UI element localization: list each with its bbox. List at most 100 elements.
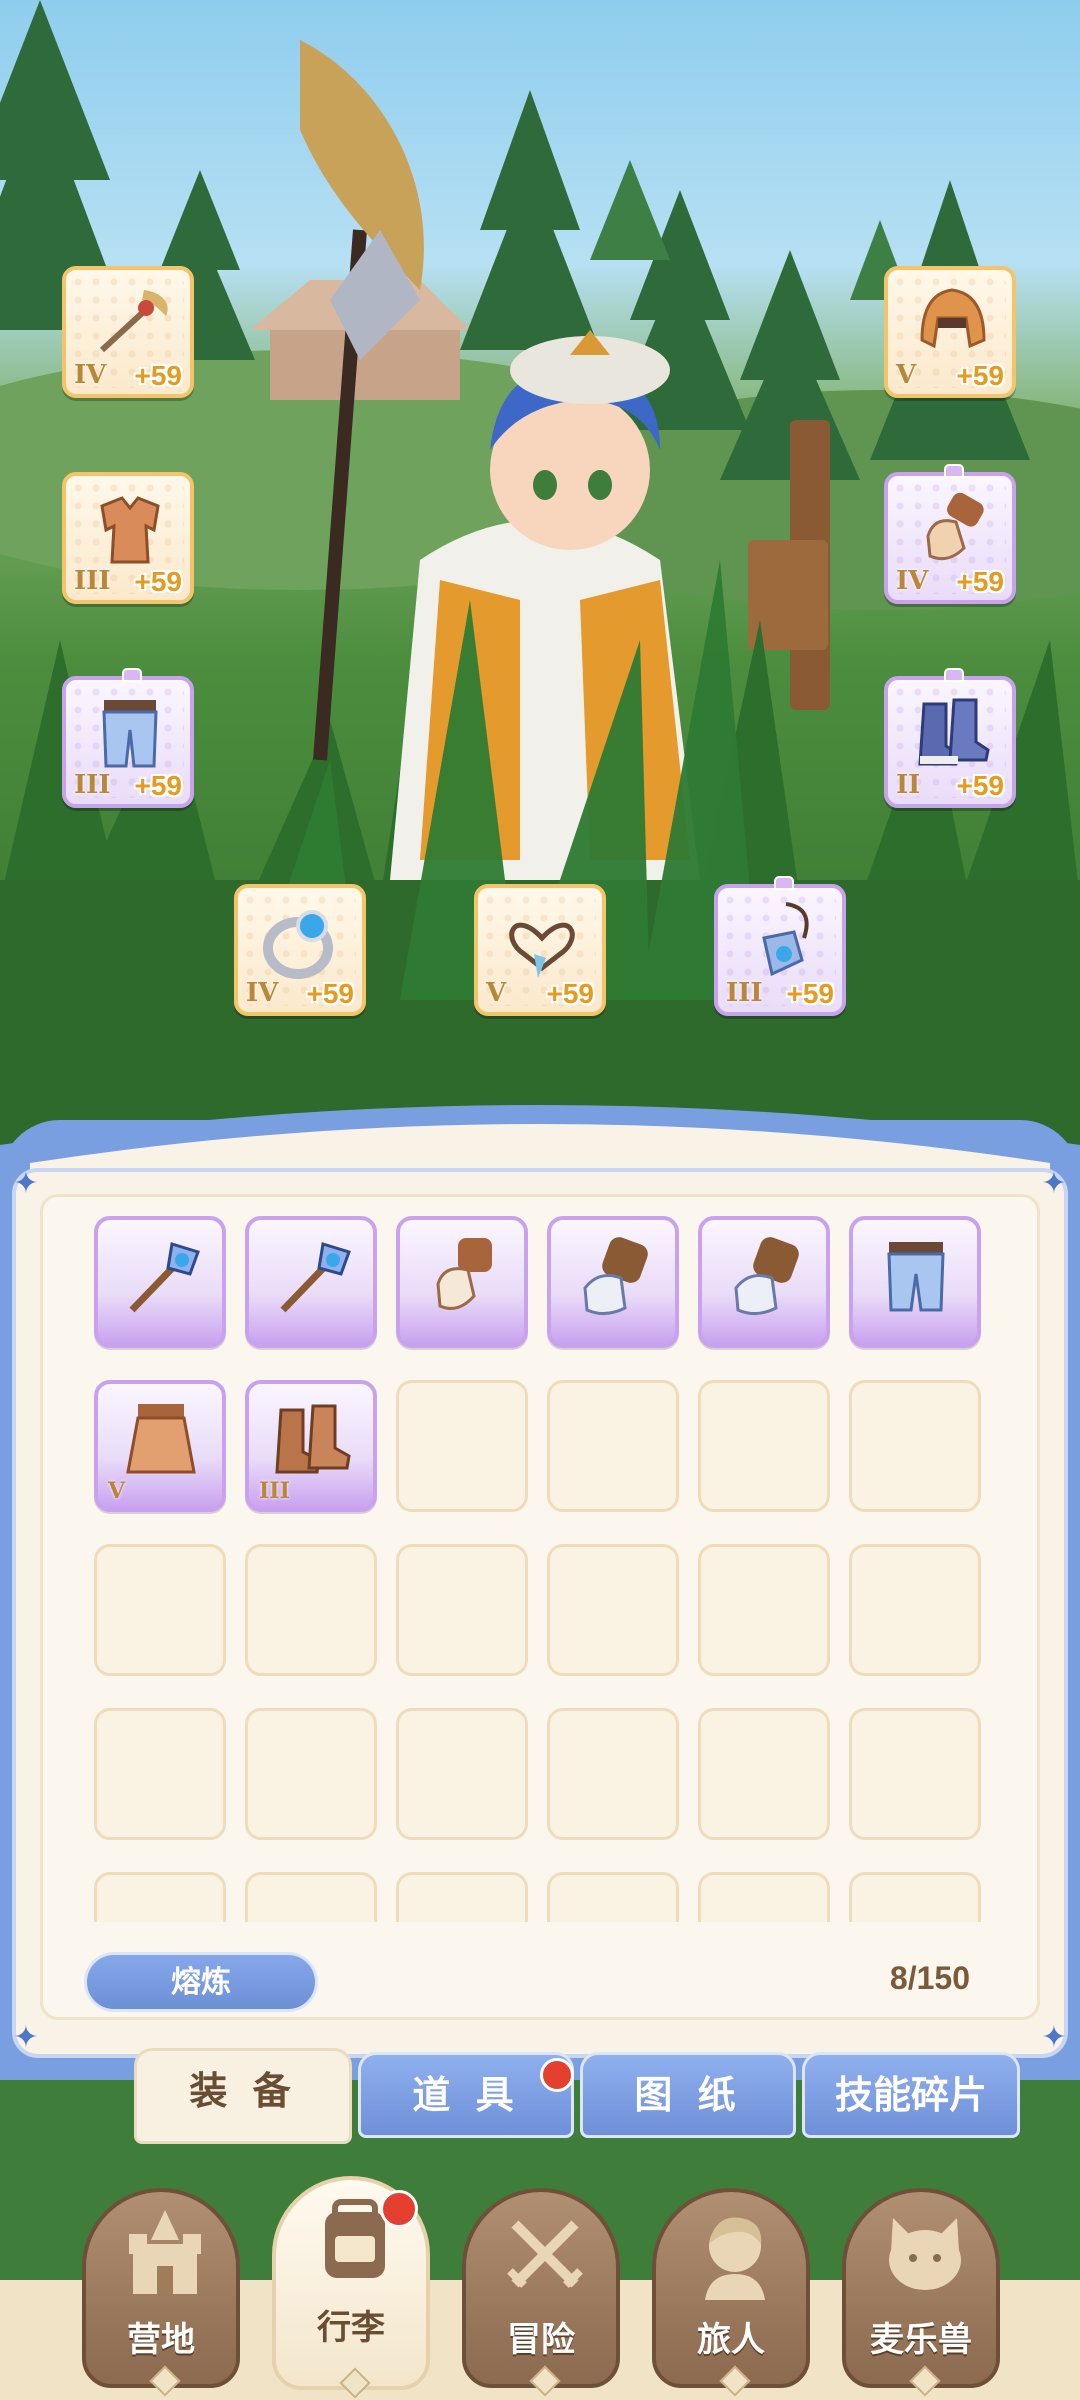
tier-label: IV	[74, 360, 107, 390]
smelt-button[interactable]: 熔炼	[84, 1952, 318, 2012]
empty-slot[interactable]	[547, 1708, 679, 1840]
inventory-item[interactable]	[245, 1216, 377, 1348]
equip-slot-pants[interactable]: III +59	[62, 668, 194, 808]
empty-slot[interactable]	[396, 1872, 528, 1922]
empty-slot[interactable]	[849, 1872, 981, 1922]
castle-icon	[129, 2210, 201, 2294]
tier-label: IV	[896, 566, 929, 596]
tier-label: III	[74, 566, 111, 596]
tab-equipment[interactable]: 装 备	[134, 2048, 352, 2144]
inventory-item[interactable]	[698, 1216, 830, 1348]
nav-camp-label: 营地	[127, 2320, 195, 2360]
helmet-icon	[920, 288, 986, 349]
notification-badge	[540, 2058, 574, 2092]
level-label: +59	[546, 978, 595, 1009]
nav-traveler-label: 旅人	[697, 2320, 765, 2360]
empty-slot[interactable]	[547, 1380, 679, 1512]
nav-mailer-beast[interactable]: 麦乐兽	[842, 2188, 1000, 2397]
amulet-icon	[762, 902, 809, 977]
equip-slot-weapon[interactable]: IV +59	[62, 266, 194, 398]
level-label: +59	[786, 978, 835, 1009]
level-label: +59	[134, 770, 183, 801]
pants-icon	[102, 700, 158, 768]
tier-label: III	[259, 1478, 290, 1504]
staff-icon	[99, 290, 168, 353]
empty-slot[interactable]	[698, 1872, 830, 1922]
crossed-swords-icon	[507, 2220, 583, 2288]
empty-slot[interactable]	[396, 1380, 528, 1512]
tab-items-label: 道 具	[412, 2073, 520, 2117]
empty-slot[interactable]	[245, 1544, 377, 1676]
empty-slot[interactable]	[698, 1380, 830, 1512]
inventory-item[interactable]: III	[245, 1380, 377, 1512]
necklace-icon	[509, 922, 575, 978]
nav-camp[interactable]: 营地	[82, 2188, 240, 2397]
empty-slot[interactable]	[94, 1544, 226, 1676]
tier-label: III	[74, 770, 111, 800]
empty-slot[interactable]	[547, 1872, 679, 1922]
inventory-item[interactable]: V	[94, 1380, 226, 1512]
pants-icon	[887, 1242, 945, 1312]
tier-label: V	[486, 978, 507, 1008]
cat-icon	[889, 2218, 961, 2290]
level-label: +59	[956, 770, 1005, 801]
empty-slot[interactable]	[849, 1380, 981, 1512]
traveler-icon	[705, 2217, 765, 2300]
rarity-crown-icon	[122, 668, 142, 682]
staff-icon	[280, 1242, 351, 1313]
boots-icon	[275, 1404, 351, 1474]
equip-slot-helmet[interactable]: V +59	[884, 266, 1016, 398]
equip-slot-ring[interactable]: IV +59	[234, 884, 366, 1016]
equip-slot-necklace[interactable]: V +59	[474, 884, 606, 1016]
notification-badge	[380, 2190, 418, 2228]
empty-slot[interactable]	[245, 1708, 377, 1840]
empty-slot[interactable]	[698, 1708, 830, 1840]
level-label: +59	[956, 566, 1005, 597]
inventory-item[interactable]	[396, 1216, 528, 1348]
corner-star-icon: ✦	[13, 2020, 39, 2055]
equip-slot-amulet[interactable]: III +59	[714, 876, 846, 1016]
empty-slot[interactable]	[245, 1872, 377, 1922]
tier-label: II	[896, 770, 921, 800]
ring-icon	[263, 910, 333, 979]
empty-slot[interactable]	[94, 1872, 226, 1922]
tier-label: V	[108, 1478, 126, 1504]
nav-luggage-label: 行李	[317, 2308, 385, 2348]
empty-slot[interactable]	[698, 1544, 830, 1676]
nav-adventure[interactable]: 冒险	[462, 2188, 620, 2397]
boots-icon	[918, 698, 990, 766]
rarity-crown-icon	[944, 668, 964, 682]
rarity-crown-icon	[774, 876, 794, 890]
armor-icon	[100, 496, 160, 564]
tab-skill-fragments[interactable]: 技能碎片	[802, 2052, 1020, 2138]
rarity-crown-icon	[944, 464, 964, 478]
skirt-icon	[126, 1404, 196, 1474]
gauntlet-icon	[734, 1237, 799, 1315]
empty-slot[interactable]	[396, 1544, 528, 1676]
empty-slot[interactable]	[94, 1708, 226, 1840]
inventory-capacity: 8/150	[889, 1960, 970, 1996]
empty-slot[interactable]	[849, 1544, 981, 1676]
tier-label: V	[896, 360, 917, 390]
level-label: +59	[134, 566, 183, 597]
empty-slot[interactable]	[849, 1708, 981, 1840]
corner-star-icon: ✦	[1041, 2020, 1067, 2055]
inventory-item[interactable]	[547, 1216, 679, 1348]
staff-icon	[129, 1242, 200, 1313]
nav-mailer-beast-label: 麦乐兽	[870, 2320, 972, 2360]
tab-blueprints[interactable]: 图 纸	[580, 2052, 796, 2138]
gauntlet-icon	[583, 1237, 648, 1315]
inventory-item[interactable]	[849, 1216, 981, 1348]
inventory-item[interactable]	[94, 1216, 226, 1348]
equip-slot-boots[interactable]: II +59	[884, 668, 1016, 808]
empty-slot[interactable]	[396, 1708, 528, 1840]
tier-label: III	[726, 978, 763, 1008]
corner-star-icon: ✦	[13, 1166, 39, 1201]
equip-slot-gloves[interactable]: IV +59	[884, 464, 1016, 604]
nav-traveler[interactable]: 旅人	[652, 2188, 810, 2397]
empty-slot[interactable]	[547, 1544, 679, 1676]
tab-items[interactable]: 道 具	[358, 2052, 574, 2138]
nav-adventure-label: 冒险	[507, 2320, 575, 2360]
equip-slot-armor[interactable]: III +59	[62, 472, 194, 604]
glove-icon	[436, 1238, 492, 1310]
